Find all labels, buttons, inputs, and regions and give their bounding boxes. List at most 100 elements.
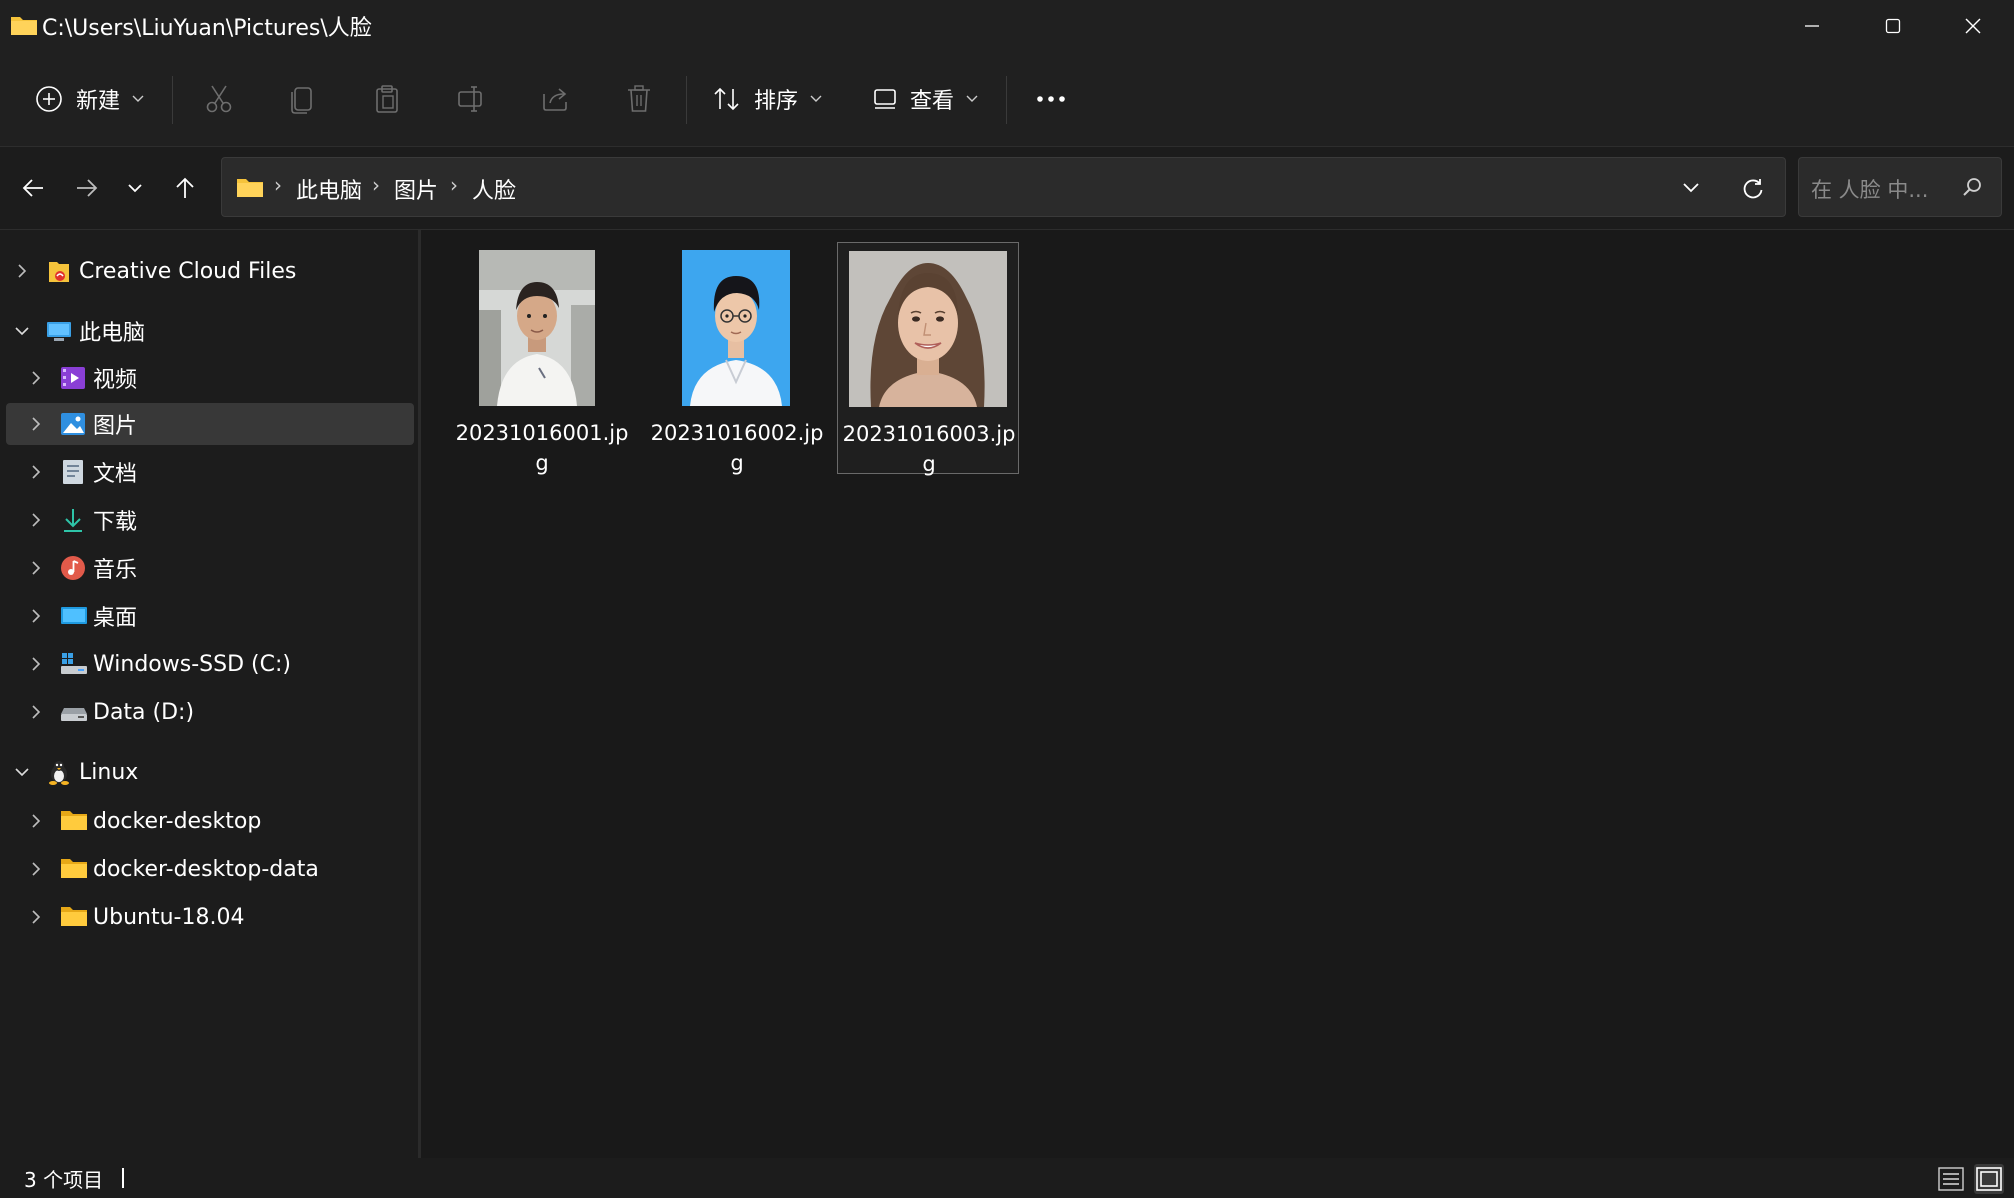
scissors-icon (205, 84, 233, 114)
sort-button-label: 排序 (754, 89, 799, 114)
drive-d-icon (60, 699, 87, 725)
search-input[interactable]: 在 人脸 中... (1798, 157, 2002, 217)
chevron-right-icon[interactable] (26, 414, 46, 434)
creative-cloud-icon (46, 258, 72, 284)
sidebar-item-label: 图片 (93, 414, 138, 439)
folder-icon (60, 856, 87, 882)
rename-button[interactable] (446, 74, 496, 124)
breadcrumb-pictures[interactable]: 图片 (394, 173, 438, 205)
sidebar-item-label: 桌面 (93, 606, 138, 631)
close-button[interactable] (1932, 0, 2014, 52)
delete-button[interactable] (614, 74, 664, 124)
breadcrumb-faces[interactable]: 人脸 (472, 173, 516, 205)
sidebar-item-linux[interactable]: Linux (6, 751, 414, 793)
sidebar-item-desktop[interactable]: 桌面 (6, 595, 414, 637)
folder-icon (60, 904, 87, 930)
music-icon (60, 555, 86, 581)
chevron-right-icon[interactable] (26, 606, 46, 626)
paste-button[interactable] (362, 74, 412, 124)
image-thumbnail (682, 250, 790, 406)
sidebar-item-creative-cloud[interactable]: Creative Cloud Files (6, 250, 414, 292)
pictures-icon (60, 411, 86, 437)
file-list: 20231016001.jpg 20231016002.jpg 20231016… (421, 230, 2014, 1158)
copy-button[interactable] (278, 74, 328, 124)
sidebar-item-label: 音乐 (93, 558, 138, 583)
chevron-down-icon (966, 95, 978, 103)
sidebar-item-downloads[interactable]: 下载 (6, 499, 414, 541)
linux-icon (46, 759, 72, 785)
file-name: 20231016002.jpg (650, 421, 824, 475)
view-button-label: 查看 (910, 89, 955, 114)
back-button[interactable] (12, 167, 54, 209)
chevron-right-icon[interactable] (26, 654, 46, 674)
share-button[interactable] (530, 74, 580, 124)
sidebar-item-drive-d[interactable]: Data (D:) (6, 691, 414, 733)
file-name: 20231016001.jpg (455, 421, 629, 475)
chevron-right-icon[interactable] (26, 811, 46, 831)
title-bar: C:\Users\LiuYuan\Pictures\人脸 (0, 0, 2014, 52)
toolbar-divider (686, 76, 687, 124)
sidebar-item-drive-c[interactable]: Windows-SSD (C:) (6, 643, 414, 685)
image-thumbnail (479, 250, 595, 406)
forward-button[interactable] (66, 167, 108, 209)
chevron-right-icon[interactable] (26, 510, 46, 530)
sidebar-item-music[interactable]: 音乐 (6, 547, 414, 589)
downloads-icon (60, 507, 86, 533)
maximize-icon (1885, 18, 1901, 34)
chevron-right-icon[interactable] (26, 859, 46, 879)
chevron-down-icon (127, 183, 143, 193)
sidebar-item-this-pc[interactable]: 此电脑 (6, 310, 414, 352)
sidebar-item-pictures[interactable]: 图片 (6, 403, 414, 445)
sidebar-item-docker-desktop[interactable]: docker-desktop (6, 800, 414, 842)
documents-icon (60, 459, 86, 485)
maximize-button[interactable] (1852, 0, 1934, 52)
folder-icon (60, 808, 87, 834)
file-item[interactable]: 20231016002.jpg (646, 242, 828, 475)
toolbar-divider (1006, 76, 1007, 124)
breadcrumb-this-pc[interactable]: 此电脑 (296, 173, 362, 205)
address-bar[interactable]: › 此电脑 › 图片 › 人脸 (221, 157, 1786, 217)
chevron-right-icon[interactable] (26, 558, 46, 578)
recent-locations-button[interactable] (114, 167, 156, 209)
large-icons-view-icon (1976, 1167, 2002, 1191)
status-bar: 3 个项目 (0, 1158, 2014, 1198)
new-button[interactable]: 新建 (34, 69, 144, 129)
sort-button[interactable]: 排序 (712, 69, 822, 129)
chevron-right-icon[interactable] (26, 368, 46, 388)
file-item[interactable]: 20231016003.jpg (837, 242, 1019, 476)
sidebar-item-documents[interactable]: 文档 (6, 451, 414, 493)
more-options-button[interactable] (1026, 74, 1076, 124)
window-title: C:\Users\LiuYuan\Pictures\人脸 (42, 16, 372, 41)
sort-arrows-icon (712, 85, 742, 113)
refresh-icon[interactable] (1741, 177, 1765, 201)
share-icon (540, 84, 570, 114)
sidebar-item-ubuntu[interactable]: Ubuntu-18.04 (6, 896, 414, 938)
file-item[interactable]: 20231016001.jpg (451, 242, 633, 475)
videos-icon (60, 365, 86, 391)
details-view-icon (1938, 1167, 1964, 1191)
address-history-chevron-icon[interactable] (1682, 182, 1700, 194)
sidebar-item-videos[interactable]: 视频 (6, 357, 414, 399)
sidebar-item-label: Creative Cloud Files (79, 258, 297, 284)
minimize-button[interactable] (1771, 0, 1853, 52)
chevron-down-icon[interactable] (12, 321, 32, 341)
view-button[interactable]: 查看 (872, 69, 978, 129)
drive-c-icon (60, 651, 87, 677)
navigation-bar: › 此电脑 › 图片 › 人脸 在 人脸 中... (0, 147, 2014, 230)
up-button[interactable] (164, 167, 206, 209)
close-icon (1965, 18, 1981, 34)
details-view-button[interactable] (1936, 1164, 1966, 1194)
sidebar-item-label: docker-desktop-data (93, 856, 319, 882)
chevron-right-icon[interactable] (12, 261, 32, 281)
status-divider (122, 1168, 124, 1188)
chevron-right-icon[interactable] (26, 462, 46, 482)
large-icons-view-button[interactable] (1974, 1164, 2004, 1194)
arrow-left-icon (21, 178, 45, 198)
chevron-down-icon[interactable] (12, 762, 32, 782)
sidebar-item-label: 此电脑 (79, 321, 146, 346)
sidebar-item-docker-desktop-data[interactable]: docker-desktop-data (6, 848, 414, 890)
cut-button[interactable] (194, 74, 244, 124)
chevron-right-icon[interactable] (26, 702, 46, 722)
chevron-right-icon[interactable] (26, 907, 46, 927)
rename-icon (456, 84, 486, 114)
